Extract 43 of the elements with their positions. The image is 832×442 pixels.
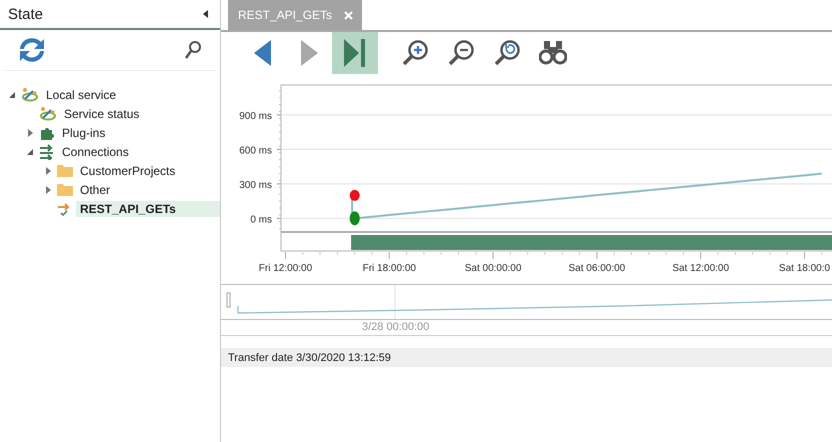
collapsed-icon[interactable] [46, 186, 50, 194]
y-tick-label: 600 ms [239, 145, 272, 156]
tree-item[interactable]: REST_API_GETs [76, 200, 220, 216]
x-tick-label: Fri 18:00:00 [362, 263, 416, 274]
zoom-reset-icon [493, 39, 521, 67]
tree-item[interactable]: Other [76, 182, 114, 198]
forward-arrow-icon [300, 40, 318, 66]
expanded-icon[interactable] [9, 92, 15, 98]
service-icon [21, 86, 39, 102]
search-icon[interactable] [184, 40, 202, 60]
skip-to-end-button[interactable] [332, 32, 378, 74]
x-tick-label: Sat 18:00:0 [778, 263, 830, 274]
folder-icon [57, 183, 73, 196]
panel-title: State [8, 6, 44, 22]
transfer-date-text: Transfer date 3/30/2020 13:12:59 [228, 352, 392, 364]
x-tick-label: Sat 12:00:00 [672, 263, 730, 274]
collapse-icon[interactable] [203, 10, 208, 18]
collapsed-icon[interactable] [46, 166, 50, 174]
zoom-out-icon [447, 39, 475, 67]
binoculars-icon [539, 41, 567, 65]
y-tick-label: 0 ms [250, 214, 272, 226]
folder-icon [57, 164, 73, 177]
tree-item[interactable]: Local service [42, 86, 120, 102]
x-tick-label: Sat 00:00:00 [464, 263, 522, 274]
y-tick-label: 300 ms [239, 180, 272, 191]
overview-date-label: 3/28 00:00:00 [362, 321, 430, 333]
close-icon[interactable] [344, 10, 354, 20]
back-arrow-icon [254, 40, 272, 66]
range-handle[interactable] [226, 292, 230, 308]
service-icon [39, 106, 57, 122]
arrows-icon [39, 144, 55, 160]
expanded-icon[interactable] [27, 148, 33, 154]
tree-item[interactable]: Service status [60, 106, 144, 122]
x-tick-label: Sat 06:00:00 [568, 263, 626, 274]
x-tick-label: Fri 12:00:00 [258, 263, 312, 274]
skip-to-end-icon [344, 39, 366, 67]
collapsed-icon[interactable] [28, 128, 32, 136]
tree-item[interactable]: CustomerProjects [76, 162, 180, 178]
y-tick-label: 900 ms [239, 110, 272, 122]
tree-item[interactable]: Connections [58, 144, 133, 160]
zoom-in-icon [401, 39, 429, 67]
tree-item[interactable]: Plug-ins [58, 124, 110, 140]
tab-label: REST_API_GETs [238, 8, 332, 22]
